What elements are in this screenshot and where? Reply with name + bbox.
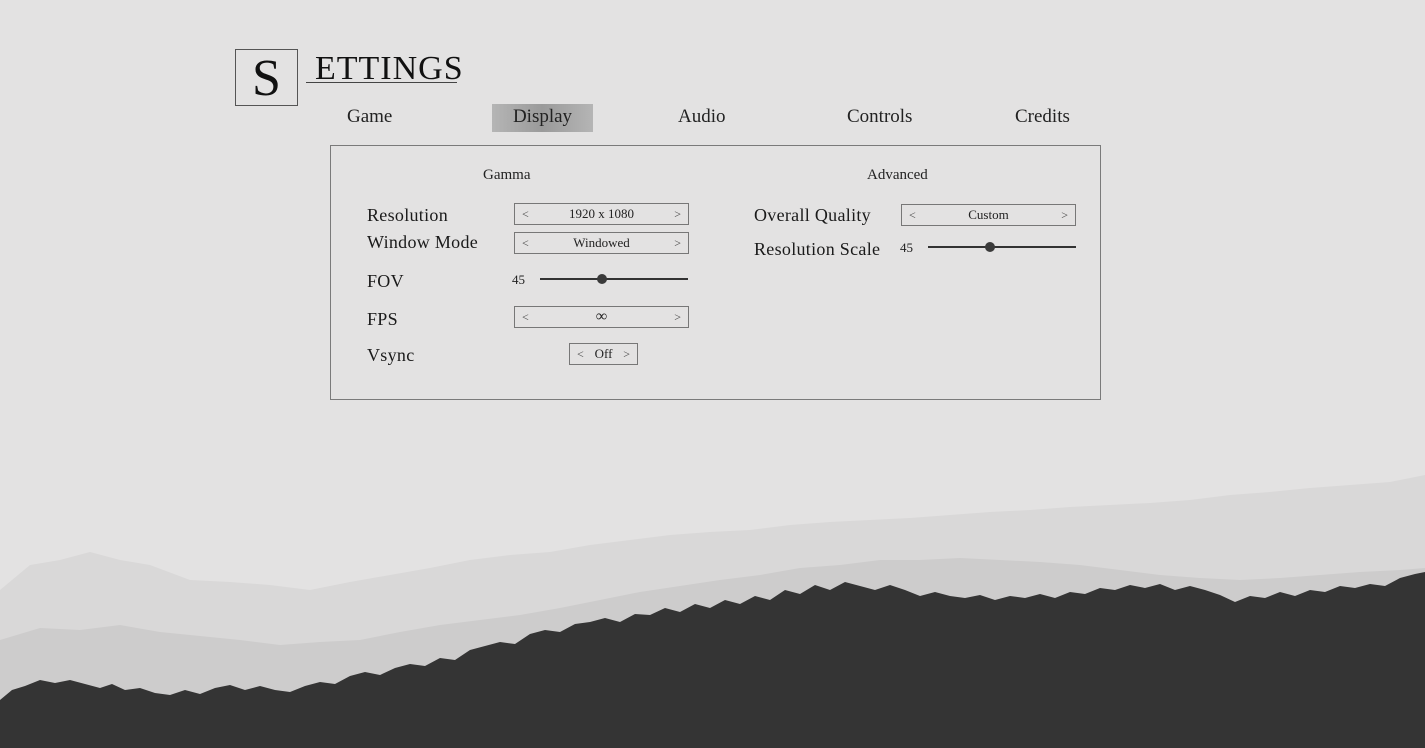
- vsync-selector: < Off >: [569, 343, 638, 365]
- fps-selector: < ∞ >: [514, 306, 689, 328]
- resolution-scale-value: 45: [900, 240, 913, 255]
- window-mode-selector: < Windowed >: [514, 232, 689, 254]
- fov-label: FOV: [367, 271, 404, 291]
- resolution-selector: < 1920 x 1080 >: [514, 203, 689, 225]
- fps-value: ∞: [595, 308, 608, 325]
- resolution-scale-slider-thumb[interactable]: [985, 242, 996, 252]
- overall-quality-next-button[interactable]: >: [1061, 205, 1068, 225]
- window-mode-value: Windowed: [573, 235, 630, 250]
- title-initial: S: [235, 49, 298, 107]
- resolution-next-button[interactable]: >: [674, 204, 681, 224]
- title-underline: [306, 82, 457, 83]
- resolution-label: Resolution: [367, 205, 449, 225]
- resolution-scale-slider[interactable]: [928, 241, 1076, 253]
- tab-credits[interactable]: Credits: [1015, 104, 1070, 132]
- window-mode-label: Window Mode: [367, 232, 479, 252]
- gamma-section-title: Gamma: [483, 167, 531, 183]
- overall-quality-selector: < Custom >: [901, 204, 1076, 226]
- overall-quality-label: Overall Quality: [754, 205, 871, 225]
- fov-value: 45: [512, 272, 525, 287]
- fps-next-button[interactable]: >: [674, 307, 681, 327]
- tab-audio[interactable]: Audio: [678, 104, 726, 132]
- overall-quality-value: Custom: [968, 207, 1009, 222]
- fov-slider[interactable]: [540, 273, 688, 285]
- resolution-value: 1920 x 1080: [569, 206, 634, 221]
- vsync-label: Vsync: [367, 345, 415, 365]
- display-settings-panel: Gamma Advanced Resolution < 1920 x 1080 …: [330, 145, 1101, 400]
- window-mode-next-button[interactable]: >: [674, 233, 681, 253]
- tab-display[interactable]: Display: [492, 104, 593, 132]
- tab-controls[interactable]: Controls: [847, 104, 912, 132]
- fps-label: FPS: [367, 309, 398, 329]
- fov-slider-thumb[interactable]: [597, 274, 608, 284]
- resolution-scale-label: Resolution Scale: [754, 239, 881, 259]
- fov-slider-track: [540, 278, 688, 280]
- vsync-next-button[interactable]: >: [623, 344, 630, 364]
- advanced-section-title: Advanced: [867, 167, 928, 183]
- resolution-scale-slider-track: [928, 246, 1076, 248]
- tab-game[interactable]: Game: [347, 104, 392, 132]
